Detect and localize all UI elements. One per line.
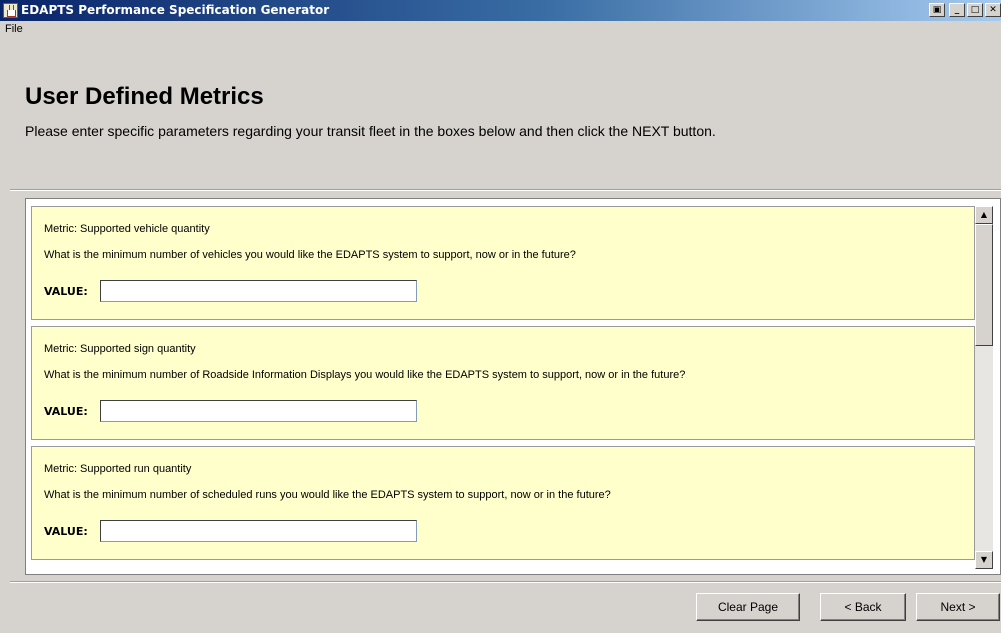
- vertical-scrollbar[interactable]: ▲ ▼: [975, 206, 993, 569]
- metric-question: What is the minimum number of Roadside I…: [44, 369, 686, 381]
- metric-card-sign-quantity: Metric: Supported sign quantity What is …: [31, 326, 975, 440]
- title-bar[interactable]: EDAPTS Performance Specification Generat…: [0, 0, 1001, 21]
- menu-bar: File: [0, 21, 1001, 39]
- menu-file[interactable]: File: [5, 23, 23, 35]
- restore-icon[interactable]: ▣: [929, 3, 945, 17]
- close-icon[interactable]: ✕: [985, 3, 1001, 17]
- java-app-icon[interactable]: [3, 3, 18, 18]
- run-quantity-input[interactable]: [100, 520, 417, 542]
- sign-quantity-input[interactable]: [100, 400, 417, 422]
- metric-card-vehicle-quantity: Metric: Supported vehicle quantity What …: [31, 206, 975, 320]
- maximize-icon[interactable]: □: [967, 3, 983, 17]
- scroll-down-arrow-icon[interactable]: ▼: [975, 551, 993, 569]
- metric-name: Metric: Supported vehicle quantity: [44, 223, 210, 235]
- page-description: Please enter specific parameters regardi…: [25, 123, 716, 139]
- value-label: VALUE:: [44, 525, 88, 538]
- divider: [10, 581, 1001, 583]
- metric-question: What is the minimum number of scheduled …: [44, 489, 611, 501]
- metric-name: Metric: Supported run quantity: [44, 463, 192, 475]
- metric-question: What is the minimum number of vehicles y…: [44, 249, 576, 261]
- metrics-scroll-panel[interactable]: Metric: Supported vehicle quantity What …: [25, 198, 1001, 575]
- minimize-icon[interactable]: _: [949, 3, 965, 17]
- scroll-up-arrow-icon[interactable]: ▲: [975, 206, 993, 224]
- window-title: EDAPTS Performance Specification Generat…: [21, 3, 330, 17]
- value-label: VALUE:: [44, 405, 88, 418]
- scrollbar-thumb[interactable]: [975, 224, 993, 346]
- page-title: User Defined Metrics: [25, 83, 264, 110]
- metric-card-run-quantity: Metric: Supported run quantity What is t…: [31, 446, 975, 560]
- back-button[interactable]: < Back: [820, 593, 906, 621]
- divider: [10, 189, 1001, 191]
- clear-page-button[interactable]: Clear Page: [696, 593, 800, 621]
- next-button[interactable]: Next >: [916, 593, 1000, 621]
- vehicle-quantity-input[interactable]: [100, 280, 417, 302]
- value-label: VALUE:: [44, 285, 88, 298]
- metric-name: Metric: Supported sign quantity: [44, 343, 196, 355]
